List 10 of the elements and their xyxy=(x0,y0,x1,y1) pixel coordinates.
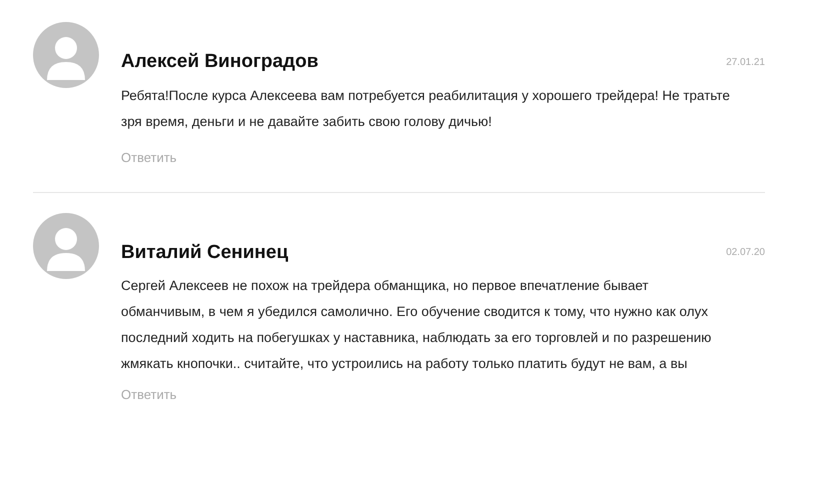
comment-date: 27.01.21 xyxy=(726,56,765,70)
avatar-icon xyxy=(33,212,99,278)
avatar-icon xyxy=(33,22,99,88)
reply-link[interactable]: Ответить xyxy=(121,148,177,167)
comment-text: Сергей Алексеев не похож на трейдера обманщика, но первое впечатление бывает обманчивым, в чем я убедился самолично. Его обучение сводится к тому, что нужно как олух последний ходить на побегушках у наставника, наблюдать за его торговлей и по разрешению жмякать кнопочки.. считайте, что устроились на работу только платить будут не вам, а вы xyxy=(121,277,712,373)
author-name: Виталий Сенинец xyxy=(121,240,288,264)
comment-date: 02.07.20 xyxy=(726,246,765,260)
reply-link[interactable]: Ответить xyxy=(121,385,177,404)
author-name: Алексей Виноградов xyxy=(121,50,318,74)
comment-text: Ребята!После курса Алексеева вам потребуется реабилитация у хорошего трейдера! Не тратьте зря время, деньги и не давайте забить свою голову дичью! xyxy=(121,86,731,131)
